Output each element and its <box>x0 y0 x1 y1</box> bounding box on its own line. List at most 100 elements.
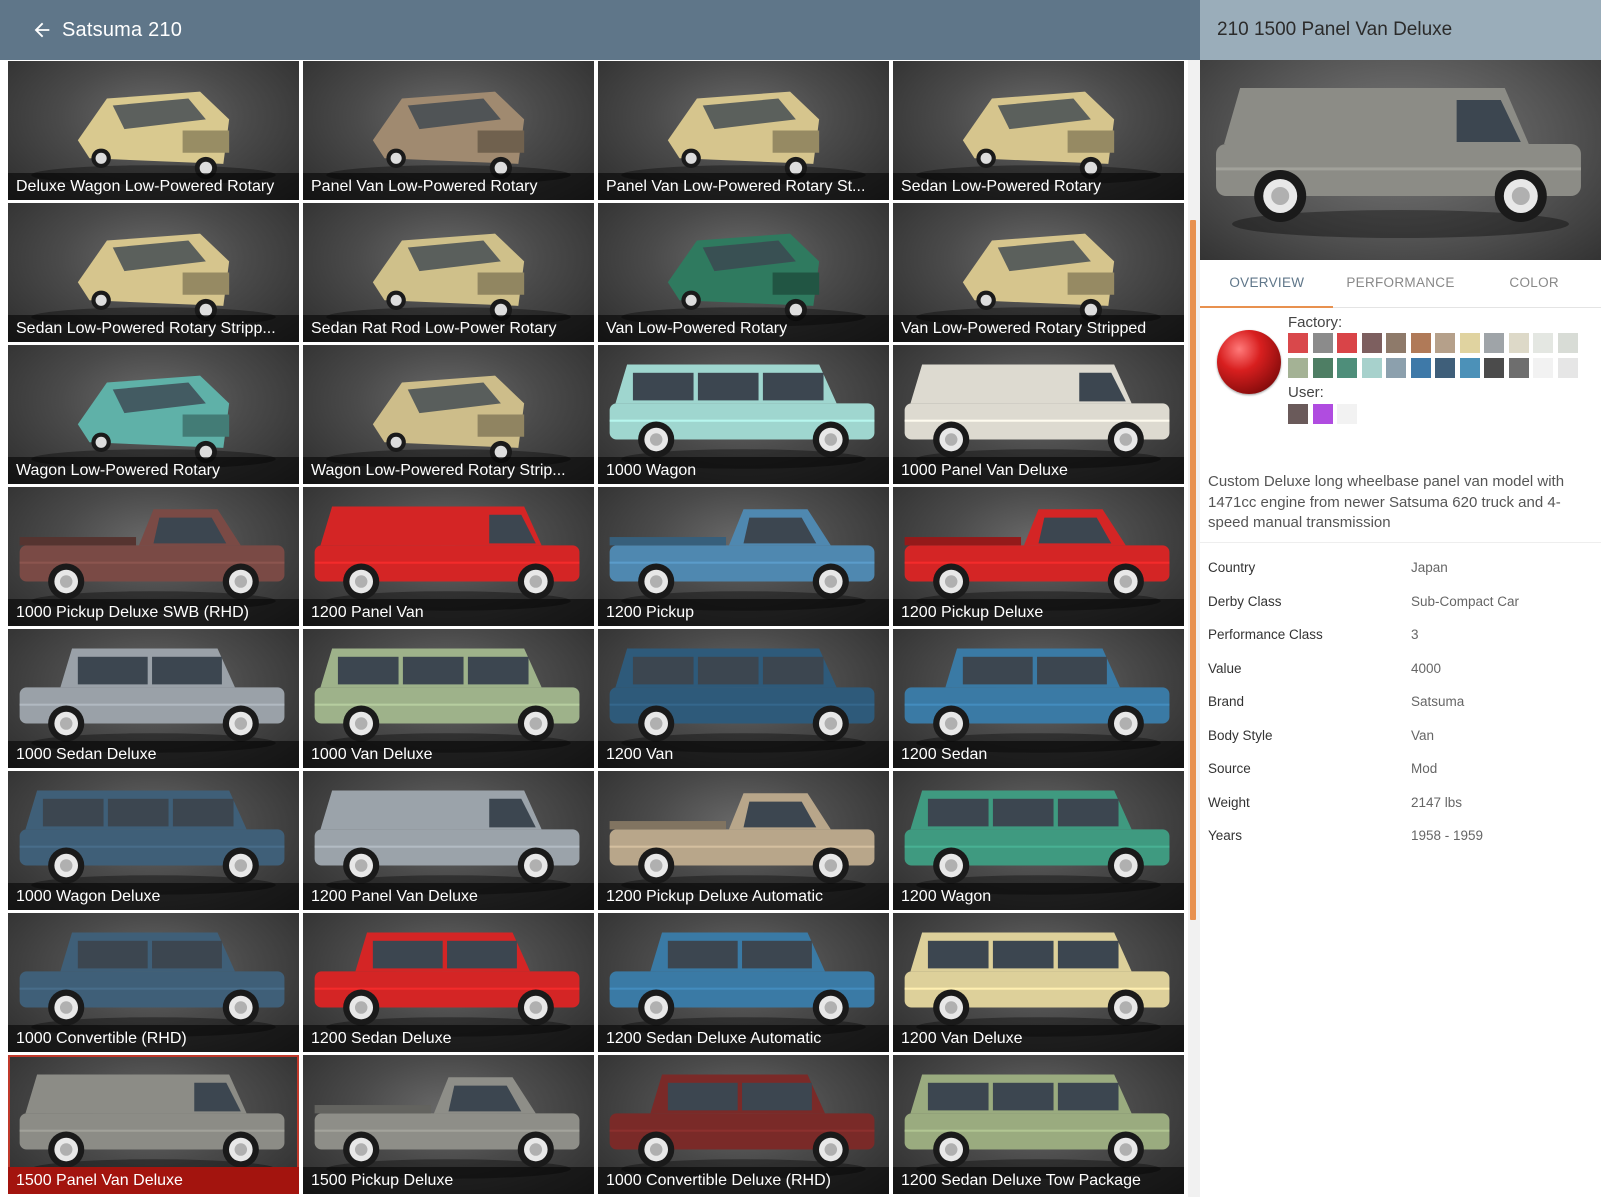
vehicle-tile-label: Sedan Low-Powered Rotary Stripp... <box>8 315 299 342</box>
vehicle-tile[interactable]: 1000 Convertible (RHD) <box>8 913 299 1052</box>
vehicle-tile-label: Van Low-Powered Rotary Stripped <box>893 315 1184 342</box>
info-row: Source Mod <box>1200 752 1601 786</box>
vehicle-tile[interactable]: Wagon Low-Powered Rotary <box>8 345 299 484</box>
info-key: Country <box>1208 560 1256 576</box>
factory-color-swatch[interactable] <box>1435 333 1455 353</box>
vehicle-tile[interactable]: Van Low-Powered Rotary <box>598 203 889 342</box>
color-section: Factory: User: <box>1200 308 1601 458</box>
vehicle-tile[interactable]: 1200 Pickup <box>598 487 889 626</box>
factory-color-swatch[interactable] <box>1508 333 1529 353</box>
vehicle-tile-label: Panel Van Low-Powered Rotary <box>303 173 594 200</box>
tab-overview[interactable]: OVERVIEW <box>1200 260 1334 307</box>
factory-color-swatch[interactable] <box>1410 333 1431 353</box>
vehicle-tile[interactable]: 1200 Wagon <box>893 771 1184 910</box>
vehicle-tile-label: Van Low-Powered Rotary <box>598 315 889 342</box>
info-value: 4000 <box>1411 660 1442 676</box>
vehicle-tile[interactable]: Van Low-Powered Rotary Stripped <box>893 203 1184 342</box>
factory-color-swatch[interactable] <box>1533 358 1553 378</box>
vehicle-tile[interactable]: Panel Van Low-Powered Rotary <box>303 61 594 200</box>
vehicle-tile[interactable]: Panel Van Low-Powered Rotary St... <box>598 61 889 200</box>
detail-title: 210 1500 Panel Van Deluxe <box>1200 0 1601 60</box>
vehicle-tile[interactable]: Sedan Rat Rod Low-Power Rotary <box>303 203 594 342</box>
factory-color-swatch[interactable] <box>1557 333 1578 353</box>
vehicle-tile[interactable]: 1000 Convertible Deluxe (RHD) <box>598 1055 889 1194</box>
factory-color-swatch[interactable] <box>1312 333 1333 353</box>
factory-color-swatch[interactable] <box>1508 358 1529 378</box>
info-row: Body Style Van <box>1200 719 1601 753</box>
scrollbar-thumb[interactable] <box>1190 220 1196 920</box>
factory-color-swatch[interactable] <box>1435 358 1455 378</box>
info-value: 2147 lbs <box>1411 794 1463 810</box>
user-colors-label: User: <box>1288 384 1324 401</box>
factory-color-swatch[interactable] <box>1288 333 1308 353</box>
grid-scrollbar[interactable] <box>1188 60 1200 1197</box>
tab-performance[interactable]: PERFORMANCE <box>1334 260 1468 307</box>
factory-color-swatch[interactable] <box>1410 358 1431 378</box>
info-row: Weight 2147 lbs <box>1200 786 1601 820</box>
vehicle-tile[interactable]: 1200 Panel Van Deluxe <box>303 771 594 910</box>
vehicle-preview <box>1200 60 1601 260</box>
user-color-swatch[interactable] <box>1312 404 1333 424</box>
info-row: Brand Satsuma <box>1200 685 1601 719</box>
vehicle-tile[interactable]: Deluxe Wagon Low-Powered Rotary <box>8 61 299 200</box>
vehicle-tile[interactable]: 1500 Panel Van Deluxe <box>8 1055 299 1194</box>
vehicle-tile[interactable]: 1000 Van Deluxe <box>303 629 594 768</box>
user-color-swatch[interactable] <box>1288 404 1308 424</box>
vehicle-tile-label: 1000 Van Deluxe <box>303 741 594 768</box>
vehicle-tile[interactable]: 1000 Panel Van Deluxe <box>893 345 1184 484</box>
factory-color-swatch[interactable] <box>1557 358 1578 378</box>
vehicle-tile-label: 1000 Wagon <box>598 457 889 484</box>
factory-color-swatch[interactable] <box>1386 358 1406 378</box>
tab-color[interactable]: COLOR <box>1467 260 1601 307</box>
factory-color-swatch[interactable] <box>1361 358 1382 378</box>
current-color-preview <box>1217 330 1281 394</box>
user-color-swatch[interactable] <box>1337 404 1357 424</box>
factory-color-swatch[interactable] <box>1484 333 1504 353</box>
vehicle-tile-label: Panel Van Low-Powered Rotary St... <box>598 173 889 200</box>
factory-color-swatch[interactable] <box>1459 358 1480 378</box>
vehicle-tile-label: Sedan Low-Powered Rotary <box>893 173 1184 200</box>
factory-color-swatch[interactable] <box>1337 358 1357 378</box>
vehicle-tile[interactable]: Sedan Low-Powered Rotary Stripp... <box>8 203 299 342</box>
vehicle-tile[interactable]: 1200 Sedan Deluxe Automatic <box>598 913 889 1052</box>
factory-color-swatch[interactable] <box>1361 333 1382 353</box>
vehicle-tile-label: 1200 Sedan Deluxe Automatic <box>598 1025 889 1052</box>
factory-color-swatch[interactable] <box>1337 333 1357 353</box>
vehicle-tile[interactable]: 1200 Pickup Deluxe <box>893 487 1184 626</box>
vehicle-tile[interactable]: Sedan Low-Powered Rotary <box>893 61 1184 200</box>
vehicle-tile[interactable]: 1200 Panel Van <box>303 487 594 626</box>
vehicle-tile[interactable]: 1200 Van Deluxe <box>893 913 1184 1052</box>
factory-color-swatch[interactable] <box>1312 358 1333 378</box>
vehicle-tile[interactable]: 1500 Pickup Deluxe <box>303 1055 594 1194</box>
factory-color-swatch[interactable] <box>1533 333 1553 353</box>
vehicle-tile-label: 1000 Convertible (RHD) <box>8 1025 299 1052</box>
vehicle-grid: Deluxe Wagon Low-Powered Rotary Panel Van… <box>8 61 1184 1194</box>
vehicle-tile[interactable]: Wagon Low-Powered Rotary Strip... <box>303 345 594 484</box>
vehicle-preview-image <box>1216 88 1581 238</box>
vehicle-tile[interactable]: 1200 Van <box>598 629 889 768</box>
back-button[interactable] <box>22 10 62 50</box>
vehicle-tile[interactable]: 1200 Sedan <box>893 629 1184 768</box>
arrow-left-icon <box>34 22 50 38</box>
vehicle-tile[interactable]: 1200 Sedan Deluxe Tow Package <box>893 1055 1184 1194</box>
vehicle-tile[interactable]: 1200 Sedan Deluxe <box>303 913 594 1052</box>
vehicle-tile-label: 1200 Pickup <box>598 599 889 626</box>
vehicle-tile[interactable]: 1000 Wagon <box>598 345 889 484</box>
vehicle-tile[interactable]: 1000 Wagon Deluxe <box>8 771 299 910</box>
factory-color-swatches <box>1288 333 1578 378</box>
factory-color-swatch[interactable] <box>1484 358 1504 378</box>
factory-color-swatch[interactable] <box>1459 333 1480 353</box>
vehicle-tile[interactable]: 1000 Sedan Deluxe <box>8 629 299 768</box>
info-value: Van <box>1411 727 1435 743</box>
vehicle-tile-label: Wagon Low-Powered Rotary <box>8 457 299 484</box>
info-key: Performance Class <box>1208 627 1323 643</box>
vehicle-tile[interactable]: 1200 Pickup Deluxe Automatic <box>598 771 889 910</box>
info-value: Japan <box>1411 560 1448 576</box>
info-row: Performance Class 3 <box>1200 618 1601 652</box>
factory-color-swatch[interactable] <box>1288 358 1308 378</box>
vehicle-grid-container: Deluxe Wagon Low-Powered Rotary Panel Van… <box>0 60 1188 1197</box>
vehicle-tile-label: 1000 Pickup Deluxe SWB (RHD) <box>8 599 299 626</box>
vehicle-tile[interactable]: 1000 Pickup Deluxe SWB (RHD) <box>8 487 299 626</box>
info-row: Country Japan <box>1200 551 1601 585</box>
factory-color-swatch[interactable] <box>1386 333 1406 353</box>
